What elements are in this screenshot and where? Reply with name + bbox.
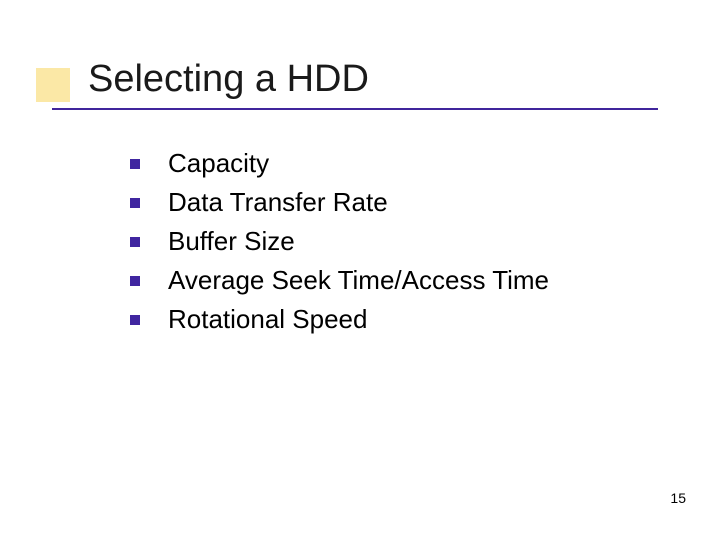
list-item: Data Transfer Rate	[130, 187, 549, 218]
square-bullet-icon	[130, 198, 140, 208]
title-underline	[52, 108, 658, 110]
square-bullet-icon	[130, 237, 140, 247]
bullet-label: Capacity	[168, 148, 269, 179]
list-item: Buffer Size	[130, 226, 549, 257]
title-accent-box-icon	[36, 68, 70, 102]
list-item: Rotational Speed	[130, 304, 549, 335]
bullet-label: Rotational Speed	[168, 304, 367, 335]
page-title: Selecting a HDD	[88, 58, 369, 101]
bullet-label: Data Transfer Rate	[168, 187, 388, 218]
list-item: Average Seek Time/Access Time	[130, 265, 549, 296]
list-item: Capacity	[130, 148, 549, 179]
bullet-list: Capacity Data Transfer Rate Buffer Size …	[130, 148, 549, 343]
square-bullet-icon	[130, 315, 140, 325]
square-bullet-icon	[130, 276, 140, 286]
bullet-label: Average Seek Time/Access Time	[168, 265, 549, 296]
square-bullet-icon	[130, 159, 140, 169]
bullet-label: Buffer Size	[168, 226, 295, 257]
page-number: 15	[670, 490, 686, 506]
